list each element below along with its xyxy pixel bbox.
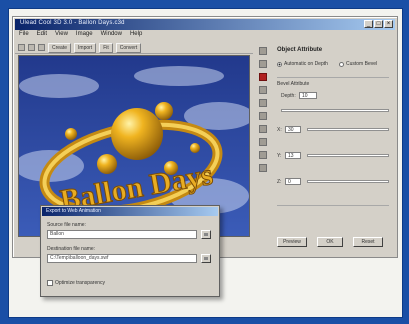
slider-z-label: Z: (277, 179, 282, 185)
new-icon[interactable] (18, 44, 25, 51)
size-icon[interactable] (258, 125, 267, 133)
depth-icon[interactable] (258, 138, 267, 146)
color-icon[interactable] (258, 73, 267, 81)
panel-title: Object Attribute (277, 47, 323, 53)
slider-z[interactable] (307, 180, 389, 183)
export-dialog: Export to Web Animation Source file name… (40, 205, 220, 297)
camera-icon[interactable] (258, 151, 267, 159)
window-controls: _ □ × (364, 20, 393, 28)
radio-dot (277, 61, 282, 67)
light-icon[interactable] (258, 86, 267, 94)
convert-button[interactable]: Convert (115, 42, 142, 53)
dest-browse-button[interactable] (201, 254, 211, 263)
source-field[interactable]: Ballon (47, 230, 197, 239)
slider-z-field[interactable]: 0 (285, 178, 301, 185)
depth-label: Depth: (281, 93, 296, 99)
menu-view[interactable]: View (55, 31, 68, 40)
slider-y-field[interactable]: 13 (285, 152, 301, 159)
source-label: Source file name: (47, 222, 86, 228)
menu-file[interactable]: File (19, 31, 29, 40)
slider-x-field[interactable]: 30 (285, 126, 301, 133)
optimize-checkbox[interactable]: Optimize transparency (47, 280, 105, 286)
checkbox-label: Optimize transparency (55, 280, 106, 286)
minimize-button[interactable]: _ (364, 20, 373, 28)
slider-y[interactable] (307, 154, 389, 157)
option-label: Custom Bevel (346, 61, 378, 67)
dest-label: Destination file name: (47, 246, 96, 252)
properties-panel: Object Attribute Automatic on Depth Cust… (273, 45, 393, 251)
bevel-icon[interactable] (258, 112, 267, 120)
dialog-title: Export to Web Animation (46, 208, 101, 214)
section-label: Bevel Attribute (277, 81, 310, 87)
menu-image[interactable]: Image (76, 31, 93, 40)
depth-slider[interactable] (281, 109, 389, 112)
toolbar: Create Import Fit Convert (15, 42, 253, 54)
divider (277, 205, 389, 206)
slider-y-label: Y: (277, 153, 282, 159)
option-label: Automatic on Depth (284, 61, 328, 67)
depth-field[interactable]: 10 (299, 92, 317, 99)
rotate-icon[interactable] (258, 60, 267, 68)
animation-icon[interactable] (258, 164, 267, 172)
divider (277, 77, 389, 78)
option-automatic[interactable]: Automatic on Depth (277, 61, 328, 67)
ok-button[interactable]: OK (317, 237, 343, 247)
open-icon[interactable] (28, 44, 35, 51)
move-icon[interactable] (258, 47, 267, 55)
dialog-title-bar[interactable]: Export to Web Animation (42, 207, 218, 216)
slider-x-label: X: (277, 127, 282, 133)
import-button[interactable]: Import (74, 42, 97, 53)
save-icon[interactable] (38, 44, 45, 51)
close-button[interactable]: × (384, 20, 393, 28)
menu-bar: File Edit View Image Window Help (15, 31, 395, 40)
title-bar[interactable]: Ulead Cool 3D 3.0 - Ballon Days.c3d _ □ … (15, 19, 395, 30)
menu-edit[interactable]: Edit (37, 31, 47, 40)
checkbox-box (47, 280, 53, 286)
slider-x[interactable] (307, 128, 389, 131)
object-toolbar (257, 47, 268, 247)
radio-dot (339, 61, 344, 67)
menu-window[interactable]: Window (101, 31, 122, 40)
dest-field[interactable]: C:\Temp\balloon_days.swf (47, 254, 197, 263)
option-custom[interactable]: Custom Bevel (339, 61, 377, 67)
source-browse-button[interactable] (201, 230, 211, 239)
reset-button[interactable]: Reset (353, 237, 383, 247)
menu-help[interactable]: Help (130, 31, 142, 40)
create-button[interactable]: Create (48, 42, 72, 53)
fit-button[interactable]: Fit (99, 42, 113, 53)
maximize-button[interactable]: □ (374, 20, 383, 28)
preview-button[interactable]: Preview (277, 237, 307, 247)
window-title: Ulead Cool 3D 3.0 - Ballon Days.c3d (20, 20, 125, 26)
texture-icon[interactable] (258, 99, 267, 107)
